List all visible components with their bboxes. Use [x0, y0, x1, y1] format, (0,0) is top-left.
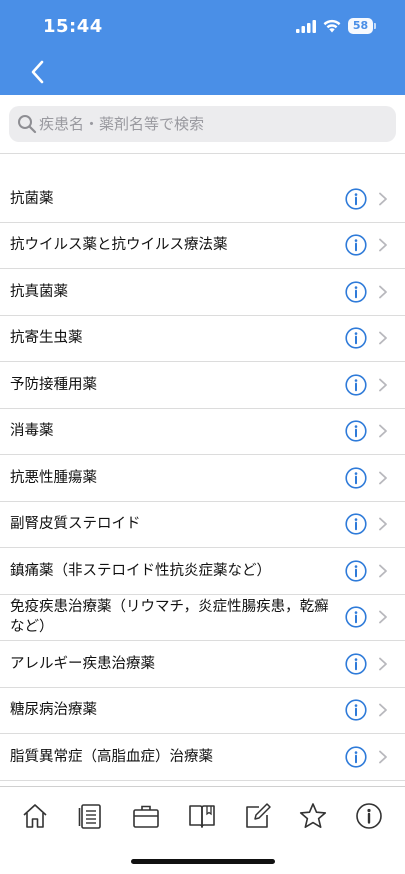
search-bar[interactable] — [9, 106, 396, 142]
list-item-label: 脂質異常症（高脂血症）治療薬 — [10, 748, 213, 765]
list-item[interactable]: 副腎皮質ステロイド — [0, 502, 405, 548]
tab-bar — [0, 787, 405, 847]
chevron-right-icon — [379, 657, 387, 671]
info-icon[interactable] — [345, 653, 367, 675]
list-item[interactable]: 抗悪性腫瘍薬 — [0, 455, 405, 502]
document-icon[interactable] — [76, 801, 106, 831]
info-icon[interactable] — [345, 234, 367, 256]
info-icon[interactable] — [345, 188, 367, 210]
list-item-label: 免疫疾患治療薬（リウマチ，炎症性腸疾患，乾癬など） — [10, 599, 329, 636]
header-bar: 15:44 58 — [0, 0, 405, 95]
info-icon[interactable] — [345, 560, 367, 582]
info-icon[interactable] — [345, 420, 367, 442]
battery-level: 58 — [352, 19, 369, 32]
chevron-right-icon — [379, 378, 387, 392]
briefcase-icon[interactable] — [131, 801, 161, 831]
list-item[interactable]: 抗菌薬 — [0, 176, 405, 223]
list-item-label: 糖尿病治療薬 — [10, 702, 97, 719]
category-list: 抗菌薬抗ウイルス薬と抗ウイルス療法薬 抗真菌薬抗寄生虫薬予防接種用薬 消毒薬抗悪性腫… — [0, 176, 405, 781]
list-item[interactable]: 抗ウイルス薬と抗ウイルス療法薬 — [0, 223, 405, 269]
list-item[interactable]: 抗寄生虫薬 — [0, 316, 405, 362]
star-icon[interactable] — [298, 801, 328, 831]
list-item[interactable]: 免疫疾患治療薬（リウマチ，炎症性腸疾患，乾癬など） — [0, 595, 405, 641]
signal-icon — [296, 20, 316, 33]
home-icon[interactable] — [20, 801, 50, 831]
list-item[interactable]: 脂質異常症（高脂血症）治療薬 — [0, 734, 405, 781]
list-item[interactable]: 抗真菌薬 — [0, 269, 405, 316]
info-icon[interactable] — [345, 513, 367, 535]
info-icon[interactable] — [345, 746, 367, 768]
list-item[interactable]: 鎮痛薬（非ステロイド性抗炎症薬など） — [0, 548, 405, 595]
search-input[interactable] — [39, 106, 389, 142]
chevron-right-icon — [379, 331, 387, 345]
list-item-label: 抗ウイルス薬と抗ウイルス療法薬 — [10, 237, 228, 254]
list-item[interactable]: 糖尿病治療薬 — [0, 688, 405, 734]
info-icon[interactable] — [345, 467, 367, 489]
edit-icon[interactable] — [243, 801, 273, 831]
info-icon[interactable] — [345, 374, 367, 396]
info-icon[interactable] — [345, 281, 367, 303]
battery-icon: 58 — [348, 18, 376, 34]
home-indicator — [131, 859, 275, 864]
chevron-right-icon — [379, 192, 387, 206]
search-icon — [18, 115, 37, 134]
list-item-label: 予防接種用薬 — [10, 376, 97, 393]
info-icon[interactable] — [345, 327, 367, 349]
chevron-right-icon — [379, 610, 387, 624]
list-item-label: アレルギー疾患治療薬 — [10, 655, 155, 672]
book-icon[interactable] — [187, 801, 217, 831]
list-item-label: 鎮痛薬（非ステロイド性抗炎症薬など） — [10, 562, 271, 579]
list-item-label: 抗寄生虫薬 — [10, 330, 83, 347]
chevron-right-icon — [379, 750, 387, 764]
list-item-label: 副腎皮質ステロイド — [10, 516, 141, 533]
chevron-right-icon — [379, 238, 387, 252]
chevron-right-icon — [379, 424, 387, 438]
list-item-label: 抗真菌薬 — [10, 283, 68, 300]
chevron-right-icon — [379, 703, 387, 717]
chevron-right-icon — [379, 564, 387, 578]
list-item[interactable]: 消毒薬 — [0, 409, 405, 455]
list-item[interactable]: 予防接種用薬 — [0, 362, 405, 409]
info-icon[interactable] — [354, 801, 384, 831]
wifi-icon — [323, 19, 341, 33]
info-icon[interactable] — [345, 606, 367, 628]
list-item-label: 抗菌薬 — [10, 190, 54, 207]
chevron-right-icon — [379, 517, 387, 531]
chevron-right-icon — [379, 471, 387, 485]
chevron-right-icon — [379, 285, 387, 299]
list-item-label: 消毒薬 — [10, 423, 54, 440]
list-item[interactable]: アレルギー疾患治療薬 — [0, 641, 405, 688]
status-time: 15:44 — [43, 16, 103, 37]
info-icon[interactable] — [345, 699, 367, 721]
list-item-label: 抗悪性腫瘍薬 — [10, 469, 97, 486]
chevron-left-icon[interactable] — [26, 58, 50, 86]
divider — [0, 153, 405, 154]
